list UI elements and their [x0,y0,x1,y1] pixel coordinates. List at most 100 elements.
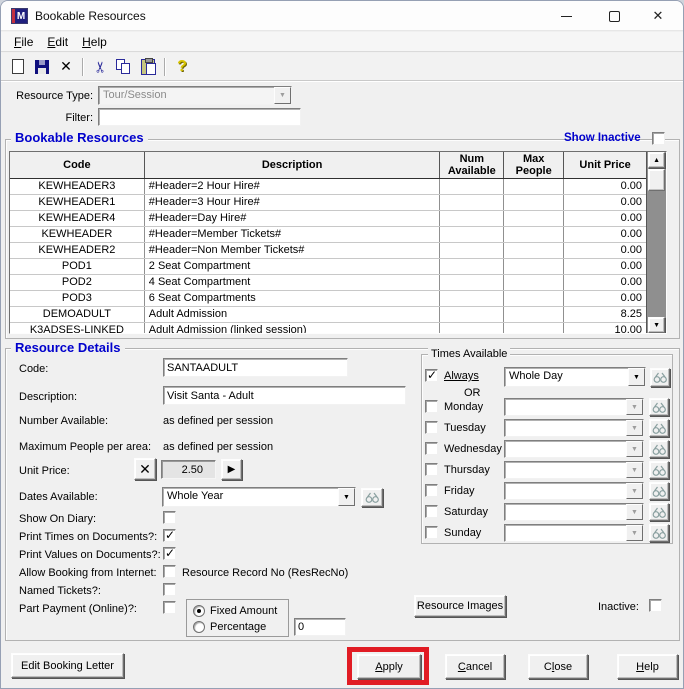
tuesday-search-button[interactable] [649,419,669,437]
dates-available-select[interactable]: Whole Year ▼ [162,487,356,507]
cut-button[interactable]: ✂ [88,56,112,78]
tuesday-checkbox[interactable] [425,421,438,434]
fixed-amount-label: Fixed Amount [210,605,278,617]
friday-checkbox[interactable] [425,484,438,497]
code-label: Code: [19,363,49,375]
table-row[interactable]: POD1 2 Seat Compartment 0.00 [10,259,647,275]
table-row[interactable]: KEWHEADER #Header=Member Tickets# 0.00 [10,227,647,243]
menu-file[interactable]: File [7,34,40,50]
always-search-button[interactable] [650,368,670,387]
save-icon [35,59,49,74]
close-button[interactable]: ✕ [637,2,679,30]
wednesday-search-button[interactable] [649,440,669,458]
always-times-select[interactable]: Whole Day ▼ [504,367,646,387]
fixed-amount-radio[interactable] [193,605,205,617]
thursday-times-select[interactable]: ▼ [504,461,644,479]
unit-price-clear-button[interactable]: ✕ [134,458,156,480]
percentage-radio[interactable] [193,621,205,633]
column-header-max-people[interactable]: Max People [504,152,565,178]
sunday-checkbox[interactable] [425,526,438,539]
wednesday-times-select[interactable]: ▼ [504,440,644,458]
print-times-checkbox[interactable] [163,528,176,542]
binoculars-icon [653,372,667,383]
sunday-times-select[interactable]: ▼ [504,524,644,542]
filter-input[interactable] [98,108,301,126]
paste-button[interactable] [136,56,160,78]
table-cell [504,323,565,333]
column-header-description[interactable]: Description [145,152,441,178]
named-tickets-checkbox[interactable] [163,583,176,596]
help-dialog-button[interactable]: Help [617,654,678,679]
table-cell: 4 Seat Compartment [145,275,441,290]
max-people-value: as defined per session [163,441,274,453]
allow-booking-checkbox[interactable] [163,565,176,578]
close-dialog-button[interactable]: Cl ose [528,654,588,679]
inactive-checkbox[interactable] [649,599,662,612]
resource-type-select[interactable]: Tour/Session ▼ [98,86,292,105]
saturday-search-button[interactable] [649,503,669,521]
code-input[interactable] [163,358,348,377]
always-checkbox[interactable] [425,368,438,382]
menu-help[interactable]: Help [75,34,114,50]
binoculars-icon [652,507,666,518]
table-row[interactable]: POD2 4 Seat Compartment 0.00 [10,275,647,291]
unit-price-expand-button[interactable]: ▶ [221,459,242,480]
save-button[interactable] [30,56,54,78]
table-row[interactable]: KEWHEADER2 #Header=Non Member Tickets# 0.0… [10,243,647,259]
scroll-up-icon[interactable]: ▲ [648,152,666,168]
delete-button[interactable]: ✕ [54,56,78,78]
table-scrollbar[interactable]: ▲ ▼ [646,152,666,333]
column-header-unit-price[interactable]: Unit Price [564,152,646,178]
edit-booking-letter-button[interactable]: Edit Booking Letter [11,653,124,678]
tuesday-times-select[interactable]: ▼ [504,419,644,437]
number-available-value: as defined per session [163,415,274,427]
friday-search-button[interactable] [649,482,669,500]
monday-checkbox[interactable] [425,400,438,413]
menu-edit[interactable]: Edit [40,34,75,50]
saturday-checkbox[interactable] [425,505,438,518]
monday-times-select[interactable]: ▼ [504,398,644,416]
scrollbar-thumb[interactable] [648,169,666,191]
percentage-label: Percentage [210,621,267,633]
minimize-button[interactable] [545,2,587,30]
part-payment-amount-input[interactable] [294,618,346,636]
print-values-checkbox[interactable] [163,546,176,560]
thursday-search-button[interactable] [649,461,669,479]
resource-images-button[interactable]: Resource Images [414,595,506,617]
table-row[interactable]: KEWHEADER3 #Header=2 Hour Hire# 0.00 [10,179,647,195]
chevron-down-icon: ▼ [626,462,643,478]
description-input[interactable] [163,386,406,405]
sunday-search-button[interactable] [649,524,669,542]
table-cell [440,291,505,306]
column-header-code[interactable]: Code [10,152,145,178]
show-on-diary-checkbox[interactable] [163,511,176,524]
help-button-toolbar[interactable]: ? [170,56,194,78]
table-cell [440,195,505,210]
column-header-num-available[interactable]: Num Available [440,152,505,178]
new-document-button[interactable] [6,56,30,78]
table-cell [440,227,505,242]
table-row[interactable]: DEMOADULT Adult Admission 8.25 [10,307,647,323]
table-row[interactable]: K3ADSES-LINKED Adult Admission (linked se… [10,323,647,333]
wednesday-checkbox[interactable] [425,442,438,455]
table-row[interactable]: POD3 6 Seat Compartments 0.00 [10,291,647,307]
monday-search-button[interactable] [649,398,669,416]
maximize-button[interactable] [593,2,635,30]
table-cell: POD1 [10,259,145,274]
copy-button[interactable] [112,56,136,78]
table-cell: POD2 [10,275,145,290]
thursday-checkbox[interactable] [425,463,438,476]
part-payment-checkbox[interactable] [163,601,176,614]
scroll-down-icon[interactable]: ▼ [648,317,666,333]
table-cell [504,275,565,290]
chevron-down-icon: ▼ [274,87,291,104]
dates-search-button[interactable] [361,488,383,507]
table-cell [504,259,565,274]
friday-times-select[interactable]: ▼ [504,482,644,500]
cancel-button[interactable]: Cancel [445,654,505,679]
table-row[interactable]: KEWHEADER1 #Header=3 Hour Hire# 0.00 [10,195,647,211]
show-inactive-checkbox[interactable] [652,132,665,145]
table-row[interactable]: KEWHEADER4 #Header=Day Hire# 0.00 [10,211,647,227]
cut-icon: ✂ [91,60,109,73]
saturday-times-select[interactable]: ▼ [504,503,644,521]
